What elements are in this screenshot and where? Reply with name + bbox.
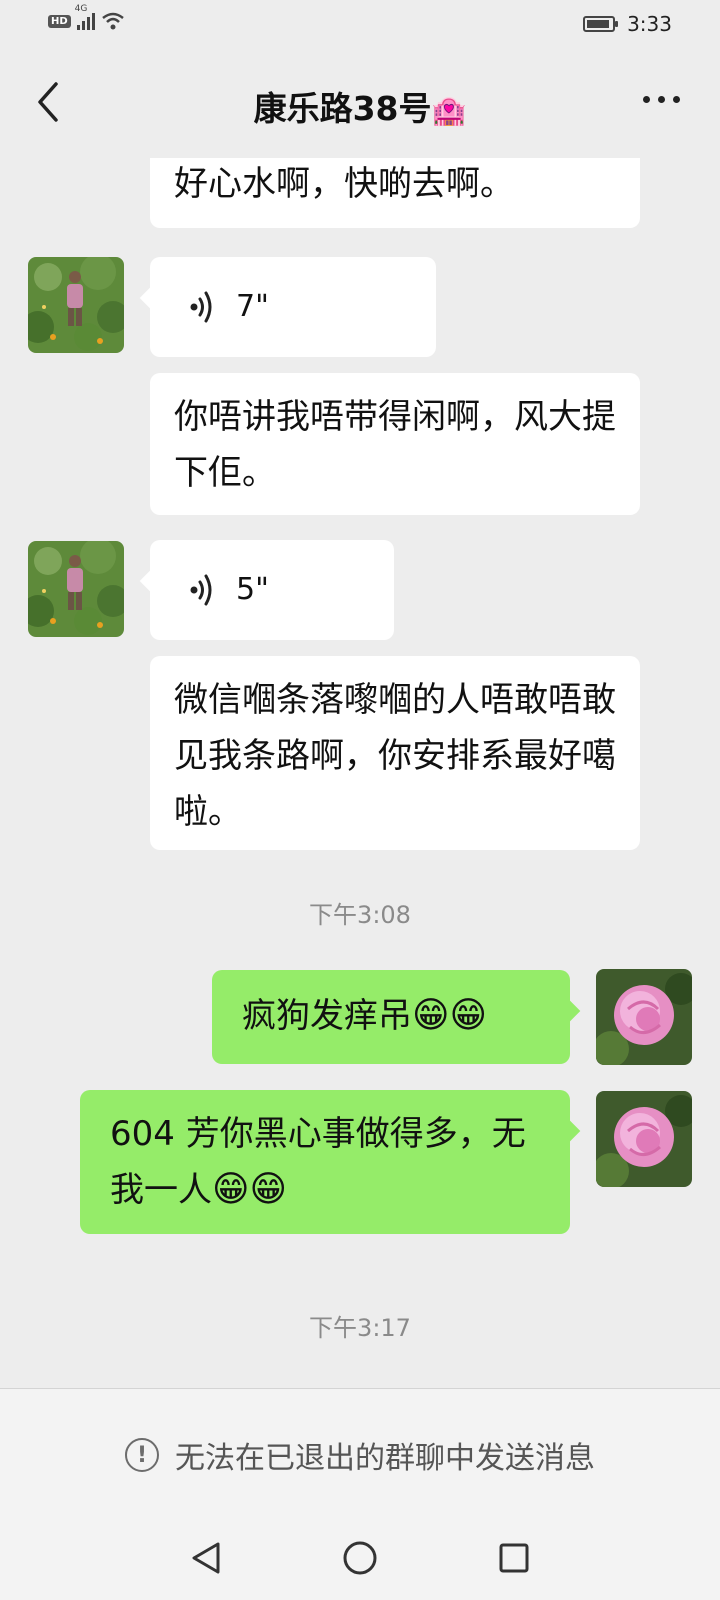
grin-emoji: 😁😁 (412, 995, 488, 1036)
rose-avatar-image (596, 1091, 692, 1187)
more-dot-icon (643, 96, 650, 103)
chat-title: 康乐路38号 (253, 89, 432, 128)
my-avatar[interactable] (596, 969, 692, 1065)
system-nav-bar (0, 1520, 720, 1600)
voice-content: 7" (174, 257, 412, 357)
circle-home-icon (343, 1541, 377, 1575)
avatar[interactable] (28, 541, 124, 637)
message-text: 604 芳你黑心事做得多，无我一人 (110, 1114, 526, 1210)
hd-badge: HD (48, 14, 71, 28)
input-disabled-footer: ! 无法在已退出的群聊中发送消息 (0, 1388, 720, 1521)
avatar[interactable] (28, 257, 124, 353)
bubble-tail (557, 1119, 581, 1143)
timestamp: 下午3:17 (309, 1314, 411, 1342)
voice-content: 5" (174, 540, 370, 640)
bubble-tail (139, 286, 163, 310)
avatar-image (28, 541, 124, 637)
square-recents-icon (499, 1543, 529, 1573)
bubble-tail (139, 569, 163, 593)
status-bar-left: HD 4G (48, 4, 125, 30)
message-bubble[interactable]: 微信嗰条落嚟嗰的人唔敢唔敢见我条路啊，你安排系最好噶啦。 (150, 656, 640, 850)
status-bar-right: 3:33 (583, 12, 672, 36)
page-title: 康乐路38号🏩 (0, 82, 720, 130)
grin-emoji: 😁😁 (212, 1169, 288, 1210)
timestamp: 下午3:08 (309, 901, 411, 929)
battery-icon (583, 16, 619, 32)
chat-header: 康乐路38号🏩 (0, 48, 720, 158)
clock: 3:33 (627, 12, 672, 36)
hotel-emoji: 🏩 (431, 94, 467, 127)
message-text: 微信嗰条落嚟嗰的人唔敢唔敢见我条路啊，你安排系最好噶啦。 (174, 680, 616, 832)
voice-duration: 7" (236, 289, 269, 324)
triangle-back-icon (192, 1542, 220, 1574)
exited-group-notice: ! 无法在已退出的群聊中发送消息 (0, 1433, 720, 1477)
message-text: 疯狗发痒吊 (242, 996, 412, 1036)
voice-message-bubble[interactable]: 7" (139, 257, 436, 357)
more-dot-icon (658, 96, 665, 103)
voice-wave-icon (190, 291, 212, 323)
message-text: 好心水啊，快啲去啊。 (174, 164, 514, 204)
my-avatar[interactable] (596, 1091, 692, 1187)
message-bubble[interactable]: 好心水啊，快啲去啊。 (150, 158, 640, 228)
rose-avatar-image (596, 969, 692, 1065)
voice-message-bubble[interactable]: 5" (139, 540, 394, 640)
system-home-button[interactable] (340, 1538, 380, 1578)
system-back-button[interactable] (186, 1538, 226, 1578)
system-recents-button[interactable] (494, 1538, 534, 1578)
more-dot-icon (673, 96, 680, 103)
voice-duration: 5" (236, 572, 269, 607)
wifi-icon (101, 12, 124, 30)
voice-wave-icon (190, 574, 212, 606)
exclamation-circle-icon: ! (125, 1438, 159, 1472)
notice-text: 无法在已退出的群聊中发送消息 (175, 1441, 595, 1476)
message-bubble-self[interactable]: 604 芳你黑心事做得多，无我一人😁😁 (80, 1090, 581, 1234)
bubble-tail (557, 999, 581, 1023)
network-label: 4G (74, 4, 88, 14)
more-options-button[interactable] (643, 96, 680, 103)
message-list[interactable]: 好心水啊，快啲去啊。 7" 你唔讲我唔带得闲啊，风大提下佢。 5" 微信嗰条落嚟… (0, 158, 720, 1388)
message-bubble-self[interactable]: 疯狗发痒吊😁😁 (212, 970, 581, 1064)
message-text: 你唔讲我唔带得闲啊，风大提下佢。 (174, 397, 616, 493)
signal-icon: 4G (75, 4, 95, 30)
message-bubble[interactable]: 你唔讲我唔带得闲啊，风大提下佢。 (150, 373, 640, 515)
avatar-image (28, 257, 124, 353)
battery-level (587, 20, 610, 28)
status-bar: HD 4G 3:33 (0, 0, 720, 48)
